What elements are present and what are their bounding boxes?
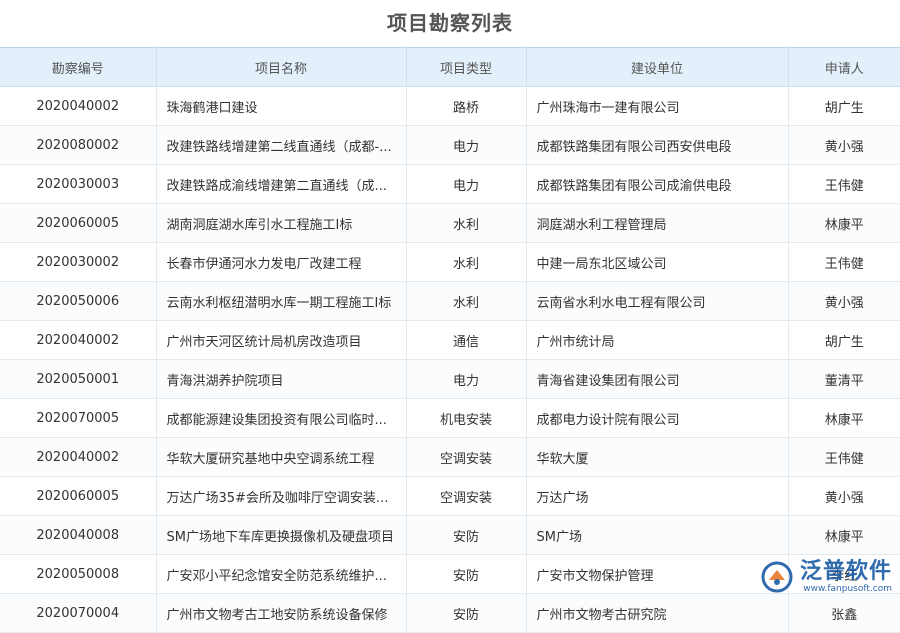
cell-project-type: 路桥 xyxy=(405,86,527,126)
table-row[interactable]: 2020040002 华软大厦研究基地中央空调系统工程 空调安装 华软大厦 王伟… xyxy=(0,437,900,477)
cell-applicant[interactable]: 董清平 xyxy=(787,359,900,399)
cell-project-type: 水利 xyxy=(405,281,527,321)
cell-code[interactable]: 2020080002 xyxy=(0,125,157,165)
page-title: 项目勘察列表 xyxy=(387,11,513,35)
cell-project-name[interactable]: 改建铁路线增建第二线直通线（成都-... xyxy=(155,125,407,165)
cell-unit: 广州市文物考古研究院 xyxy=(525,593,789,633)
cell-unit: 成都电力设计院有限公司 xyxy=(525,398,789,438)
cell-applicant[interactable]: 黄小强 xyxy=(787,281,900,321)
column-header-code[interactable]: 勘察编号 xyxy=(0,47,157,87)
cell-code[interactable]: 2020070004 xyxy=(0,593,157,633)
cell-code[interactable]: 2020030002 xyxy=(0,242,157,282)
cell-code[interactable]: 2020070005 xyxy=(0,398,157,438)
cell-unit: 万达广场 xyxy=(525,476,789,516)
table-body: 2020040002 珠海鹤港口建设 路桥 广州珠海市一建有限公司 胡广生 20… xyxy=(0,86,900,633)
table-row[interactable]: 2020030003 改建铁路成渝线增建第二直通线（成... 电力 成都铁路集团… xyxy=(0,164,900,204)
cell-project-type: 机电安装 xyxy=(405,398,527,438)
cell-applicant[interactable]: 胡广生 xyxy=(787,320,900,360)
cell-project-name[interactable]: SM广场地下车库更换摄像机及硬盘项目 xyxy=(155,515,407,555)
cell-code[interactable]: 2020050006 xyxy=(0,281,157,321)
table-row[interactable]: 2020040002 广州市天河区统计局机房改造项目 通信 广州市统计局 胡广生 xyxy=(0,320,900,360)
cell-project-type: 电力 xyxy=(405,164,527,204)
cell-applicant[interactable]: 王伟健 xyxy=(787,437,900,477)
cell-unit: 成都铁路集团有限公司西安供电段 xyxy=(525,125,789,165)
brand-watermark: 泛普软件 www.fanpusoft.com xyxy=(760,560,892,594)
cell-code[interactable]: 2020050008 xyxy=(0,554,157,594)
cell-code[interactable]: 2020040002 xyxy=(0,320,157,360)
cell-project-type: 空调安装 xyxy=(405,437,527,477)
column-header-name[interactable]: 项目名称 xyxy=(155,47,407,87)
cell-applicant[interactable]: 黄小强 xyxy=(787,476,900,516)
table-header-row: 勘察编号 项目名称 项目类型 建设单位 申请人 xyxy=(0,47,900,87)
cell-project-type: 空调安装 xyxy=(405,476,527,516)
cell-unit: 广州市统计局 xyxy=(525,320,789,360)
survey-table: 勘察编号 项目名称 项目类型 建设单位 申请人 2020040002 珠海鹤港口… xyxy=(0,47,900,633)
cell-project-name[interactable]: 成都能源建设集团投资有限公司临时... xyxy=(155,398,407,438)
cell-code[interactable]: 2020050001 xyxy=(0,359,157,399)
cell-project-type: 安防 xyxy=(405,515,527,555)
cell-project-type: 水利 xyxy=(405,203,527,243)
cell-project-name[interactable]: 湖南洞庭湖水库引水工程施工I标 xyxy=(155,203,407,243)
cell-applicant[interactable]: 王伟健 xyxy=(787,242,900,282)
table-row[interactable]: 2020050006 云南水利枢纽潜明水库一期工程施工I标 水利 云南省水利水电… xyxy=(0,281,900,321)
cell-project-type: 安防 xyxy=(405,554,527,594)
cell-project-type: 水利 xyxy=(405,242,527,282)
cell-unit: 洞庭湖水利工程管理局 xyxy=(525,203,789,243)
cell-project-name[interactable]: 云南水利枢纽潜明水库一期工程施工I标 xyxy=(155,281,407,321)
cell-code[interactable]: 2020060005 xyxy=(0,476,157,516)
cell-applicant[interactable]: 张鑫 xyxy=(787,593,900,633)
cell-unit: 广安市文物保护管理 xyxy=(525,554,789,594)
cell-code[interactable]: 2020040002 xyxy=(0,437,157,477)
cell-applicant[interactable]: 胡广生 xyxy=(787,86,900,126)
cell-unit: 华软大厦 xyxy=(525,437,789,477)
table-row[interactable]: 2020030002 长春市伊通河水力发电厂改建工程 水利 中建一局东北区域公司… xyxy=(0,242,900,282)
cell-unit: 青海省建设集团有限公司 xyxy=(525,359,789,399)
cell-project-name[interactable]: 广州市天河区统计局机房改造项目 xyxy=(155,320,407,360)
brand-name: 泛普软件 xyxy=(799,559,892,584)
cell-project-type: 电力 xyxy=(405,359,527,399)
table-row[interactable]: 2020060005 湖南洞庭湖水库引水工程施工I标 水利 洞庭湖水利工程管理局… xyxy=(0,203,900,243)
cell-project-name[interactable]: 广州市文物考古工地安防系统设备保修 xyxy=(155,593,407,633)
cell-project-name[interactable]: 青海洪湖养护院项目 xyxy=(155,359,407,399)
table-row[interactable]: 2020040008 SM广场地下车库更换摄像机及硬盘项目 安防 SM广场 林康… xyxy=(0,515,900,555)
column-header-type[interactable]: 项目类型 xyxy=(405,47,527,87)
cell-applicant[interactable]: 黄小强 xyxy=(787,125,900,165)
table-row[interactable]: 2020080002 改建铁路线增建第二线直通线（成都-... 电力 成都铁路集… xyxy=(0,125,900,165)
cell-project-name[interactable]: 广安邓小平纪念馆安全防范系统维护... xyxy=(155,554,407,594)
table-row[interactable]: 2020070005 成都能源建设集团投资有限公司临时... 机电安装 成都电力… xyxy=(0,398,900,438)
cell-code[interactable]: 2020060005 xyxy=(0,203,157,243)
cell-applicant[interactable]: 王伟健 xyxy=(787,164,900,204)
cell-project-type: 电力 xyxy=(405,125,527,165)
cell-project-name[interactable]: 长春市伊通河水力发电厂改建工程 xyxy=(155,242,407,282)
table-row[interactable]: 2020060005 万达广场35#会所及咖啡厅空调安装... 空调安装 万达广… xyxy=(0,476,900,516)
cell-project-type: 通信 xyxy=(405,320,527,360)
column-header-unit[interactable]: 建设单位 xyxy=(525,47,789,87)
cell-project-name[interactable]: 华软大厦研究基地中央空调系统工程 xyxy=(155,437,407,477)
cell-project-type: 安防 xyxy=(405,593,527,633)
cell-code[interactable]: 2020030003 xyxy=(0,164,157,204)
cell-applicant[interactable]: 林康平 xyxy=(787,398,900,438)
cell-project-name[interactable]: 珠海鹤港口建设 xyxy=(155,86,407,126)
cell-applicant[interactable]: 林康平 xyxy=(787,515,900,555)
cell-project-name[interactable]: 改建铁路成渝线增建第二直通线（成... xyxy=(155,164,407,204)
cell-unit: SM广场 xyxy=(525,515,789,555)
table-row[interactable]: 2020050001 青海洪湖养护院项目 电力 青海省建设集团有限公司 董清平 xyxy=(0,359,900,399)
cell-code[interactable]: 2020040008 xyxy=(0,515,157,555)
fanpu-logo-icon xyxy=(761,561,793,593)
cell-unit: 成都铁路集团有限公司成渝供电段 xyxy=(525,164,789,204)
cell-unit: 广州珠海市一建有限公司 xyxy=(525,86,789,126)
cell-code[interactable]: 2020040002 xyxy=(0,86,157,126)
cell-applicant[interactable]: 林康平 xyxy=(787,203,900,243)
table-row[interactable]: 2020070004 广州市文物考古工地安防系统设备保修 安防 广州市文物考古研… xyxy=(0,593,900,633)
cell-project-name[interactable]: 万达广场35#会所及咖啡厅空调安装... xyxy=(155,476,407,516)
cell-unit: 云南省水利水电工程有限公司 xyxy=(525,281,789,321)
brand-url: www.fanpusoft.com xyxy=(803,584,892,594)
cell-unit: 中建一局东北区域公司 xyxy=(525,242,789,282)
column-header-person[interactable]: 申请人 xyxy=(787,47,900,87)
table-row[interactable]: 2020040002 珠海鹤港口建设 路桥 广州珠海市一建有限公司 胡广生 xyxy=(0,86,900,126)
